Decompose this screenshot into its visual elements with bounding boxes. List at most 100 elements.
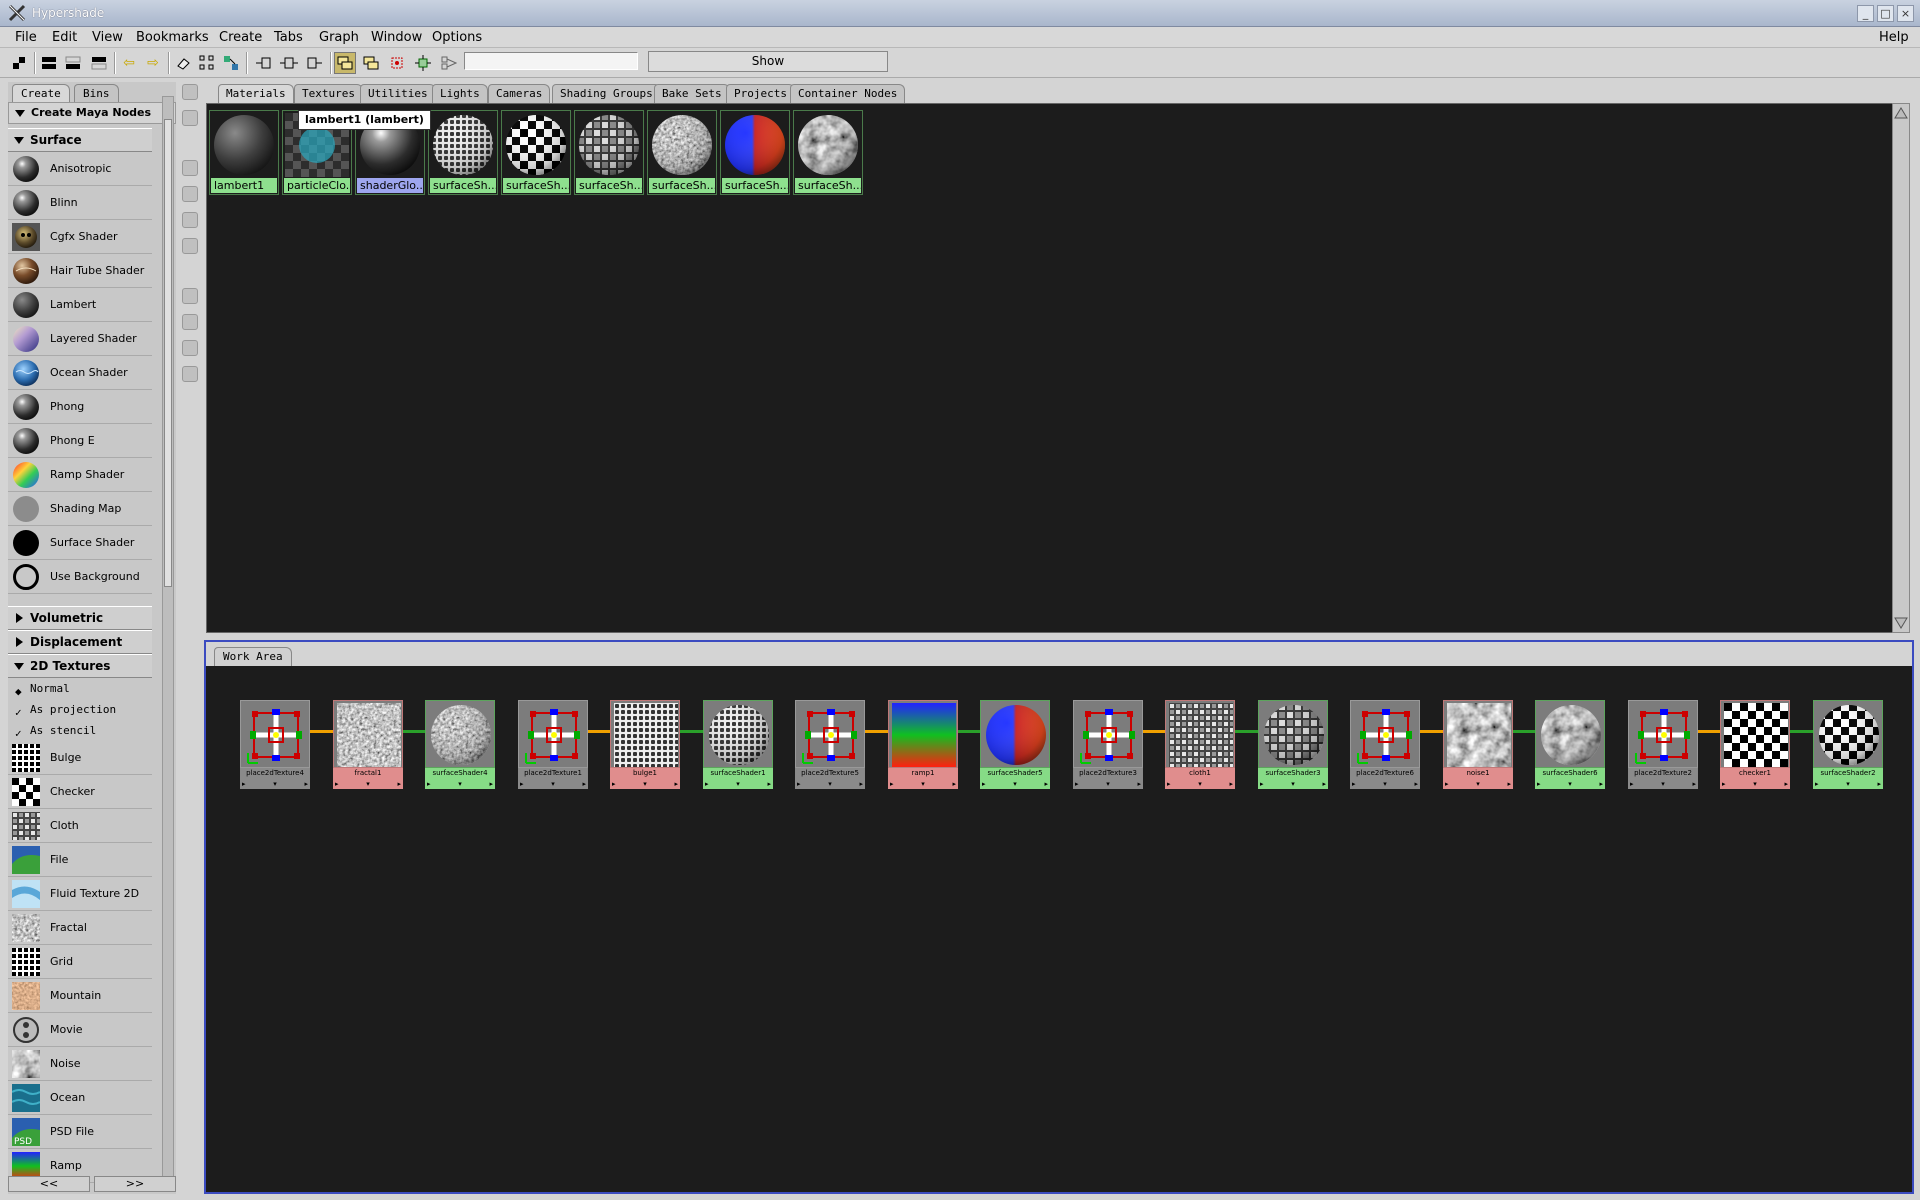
create-maya-nodes-header[interactable]: Create Maya Nodes [8,102,176,124]
input-port-icon[interactable]: ▸ [1260,779,1264,789]
expand-icon[interactable]: ▾ [366,779,370,789]
material-swatch-surface-shader-cloth[interactable]: surfaceSh... [574,110,644,195]
node-movie[interactable]: Movie [8,1013,152,1047]
option-as-projection[interactable]: ✓ As projection [8,699,152,720]
tab-lights[interactable]: Lights [432,84,488,103]
node-ports[interactable]: ▸ ▾ ▸ [1165,779,1235,789]
node-ports[interactable]: ▸ ▾ ▸ [1443,779,1513,789]
clear-graph-icon[interactable] [334,52,356,74]
node-ports[interactable]: ▸ ▾ ▸ [240,779,310,789]
expand-icon[interactable]: ▾ [1568,779,1572,789]
connection-line[interactable] [1235,730,1258,733]
output-port-icon[interactable]: ▸ [304,779,308,789]
materials-panel[interactable]: lambert1 particleClo... shaderGlo... sur… [206,103,1894,633]
input-port-icon[interactable]: ▸ [705,779,709,789]
node-phong[interactable]: Phong [8,390,152,424]
input-port-icon[interactable]: ▸ [335,779,339,789]
expand-icon[interactable]: ▾ [551,779,555,789]
input-port-icon[interactable]: ▸ [242,779,246,789]
input-port-icon[interactable]: ▸ [1630,779,1634,789]
input-output-connections-icon[interactable] [278,52,300,74]
sort-reverse-icon[interactable] [182,366,198,382]
grid-view-icon[interactable] [182,110,198,126]
icon-size-large-icon[interactable] [182,212,198,228]
graph-node-place2dTexture2[interactable]: place2dTexture2 ▸ ▾ ▸ [1628,700,1698,790]
node-grid[interactable]: Grid [8,945,152,979]
node-ports[interactable]: ▸ ▾ ▸ [1813,779,1883,789]
material-swatch-surface-shader-checker[interactable]: surfaceSh... [501,110,571,195]
tab-bake-sets[interactable]: Bake Sets [654,84,730,103]
graph-node-surfaceShader1[interactable]: surfaceShader1 ▸ ▾ ▸ [703,700,773,790]
left-panel-scrollbar[interactable] [162,96,174,1178]
expand-icon[interactable]: ▾ [1476,779,1480,789]
icon-size-xlarge-icon[interactable] [182,238,198,254]
tab-shading-groups[interactable]: Shading Groups [552,84,661,103]
input-port-icon[interactable]: ▸ [982,779,986,789]
input-port-icon[interactable]: ▸ [612,779,616,789]
output-port-icon[interactable]: ▸ [582,779,586,789]
expand-icon[interactable]: ▾ [1013,779,1017,789]
menu-options[interactable]: Options [432,30,482,45]
node-lambert[interactable]: Lambert [8,288,152,322]
connection-line[interactable] [1698,730,1721,733]
output-port-icon[interactable]: ▸ [489,779,493,789]
connection-line[interactable] [1420,730,1443,733]
forward-arrow-icon[interactable]: ⇨ [142,52,164,74]
material-swatch-surface-shader-ramp[interactable]: surfaceSh... [720,110,790,195]
option-as-stencil[interactable]: ✓ As stencil [8,720,152,741]
graph-node-place2dTexture4[interactable]: place2dTexture4 ▸ ▾ ▸ [240,700,310,790]
icon-size-medium-icon[interactable] [182,186,198,202]
tab-textures[interactable]: Textures [294,84,363,103]
eraser-icon[interactable] [172,52,194,74]
expand-icon[interactable]: ▾ [1198,779,1202,789]
sort-by-time-icon[interactable] [182,340,198,356]
materials-scrollbar[interactable] [1892,103,1910,633]
graph-node-bulge1[interactable]: bulge1 ▸ ▾ ▸ [610,700,680,790]
node-phong-e[interactable]: Phong E [8,424,152,458]
tab-cameras[interactable]: Cameras [488,84,551,103]
node-ports[interactable]: ▸ ▾ ▸ [1720,779,1790,789]
node-ports[interactable]: ▸ ▾ ▸ [333,779,403,789]
node-ramp-shader[interactable]: Ramp Shader [8,458,152,492]
menu-view[interactable]: View [92,30,123,45]
graph-node-place2dTexture6[interactable]: place2dTexture6 ▸ ▾ ▸ [1350,700,1420,790]
output-port-icon[interactable]: ▸ [1599,779,1603,789]
menu-create[interactable]: Create [219,30,262,45]
section-displacement[interactable]: Displacement [8,630,152,654]
node-anisotropic[interactable]: Anisotropic [8,152,152,186]
input-port-icon[interactable]: ▸ [1537,779,1541,789]
tab-work-area[interactable]: Work Area [214,647,292,666]
section-volumetric[interactable]: Volumetric [8,606,152,630]
graph-up-downstream-icon[interactable] [412,52,434,74]
output-port-icon[interactable]: ▸ [859,779,863,789]
node-ports[interactable]: ▸ ▾ ▸ [518,779,588,789]
expand-icon[interactable]: ▾ [273,779,277,789]
expand-icon[interactable]: ▾ [1753,779,1757,789]
maximize-button[interactable]: □ [1877,5,1894,22]
input-port-icon[interactable]: ▸ [1815,779,1819,789]
graph-node-noise1[interactable]: noise1 ▸ ▾ ▸ [1443,700,1513,790]
graph-node-cloth1[interactable]: cloth1 ▸ ▾ ▸ [1165,700,1235,790]
node-ports[interactable]: ▸ ▾ ▸ [610,779,680,789]
show-button[interactable]: Show [648,51,888,72]
output-connections-icon[interactable] [304,52,326,74]
material-swatch-lambert1[interactable]: lambert1 [209,110,279,195]
input-connections-icon[interactable] [252,52,274,74]
node-ports[interactable]: ▸ ▾ ▸ [1628,779,1698,789]
expand-icon[interactable]: ▾ [1291,779,1295,789]
expand-icon[interactable]: ▾ [1383,779,1387,789]
menu-help[interactable]: Help [1879,30,1909,45]
menu-window[interactable]: Window [371,30,422,45]
node-hair-tube-shader[interactable]: Hair Tube Shader [8,254,152,288]
option-normal[interactable]: ◆ Normal [8,678,152,699]
layout-toggle-icon[interactable] [8,52,30,74]
graph-node-fractal1[interactable]: fractal1 ▸ ▾ ▸ [333,700,403,790]
tab-projects[interactable]: Projects [726,84,795,103]
expand-icon[interactable]: ▾ [736,779,740,789]
node-ports[interactable]: ▸ ▾ ▸ [980,779,1050,789]
input-port-icon[interactable]: ▸ [1445,779,1449,789]
output-port-icon[interactable]: ▸ [1229,779,1233,789]
graph-node-ramp1[interactable]: ramp1 ▸ ▾ ▸ [888,700,958,790]
tab-utilities[interactable]: Utilities [360,84,436,103]
connection-line[interactable] [1790,730,1813,733]
